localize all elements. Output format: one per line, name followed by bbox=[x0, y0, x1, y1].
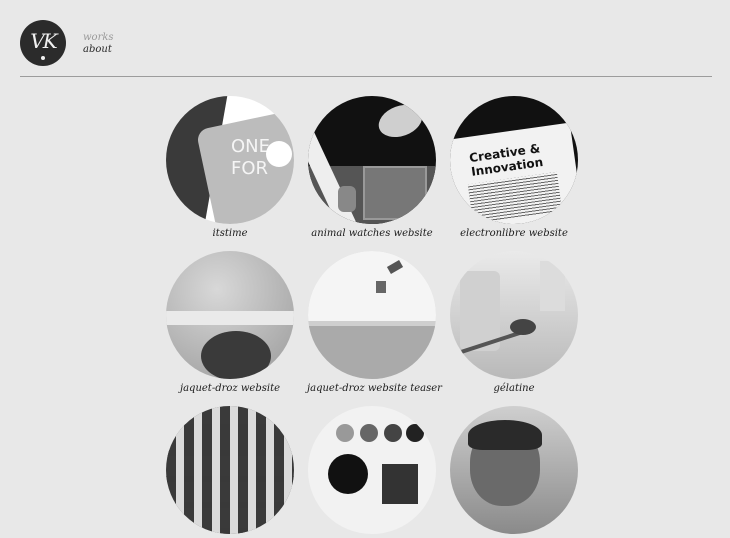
work-title[interactable]: gélatine bbox=[449, 383, 579, 394]
work-thumbnail[interactable]: ONE FOR bbox=[166, 96, 294, 224]
work-thumbnail[interactable] bbox=[166, 406, 294, 534]
work-title[interactable]: jaquet-droz website teaser bbox=[307, 383, 442, 394]
logo-dot-icon bbox=[41, 56, 45, 60]
work-title[interactable]: electronlibre website bbox=[449, 228, 579, 239]
work-thumbnail[interactable] bbox=[308, 251, 436, 379]
logo-text: VK bbox=[30, 29, 57, 53]
work-tile-jaquet-droz[interactable]: jaquet-droz website bbox=[165, 251, 295, 394]
work-tile[interactable] bbox=[307, 406, 437, 538]
work-title[interactable]: animal watches website bbox=[307, 228, 437, 239]
work-thumbnail[interactable]: Creative & Innovation bbox=[450, 96, 578, 224]
work-tile-itstime[interactable]: ONE FOR itstime bbox=[165, 96, 295, 239]
work-tile-jaquet-droz-teaser[interactable]: jaquet-droz website teaser bbox=[307, 251, 442, 394]
work-tile[interactable] bbox=[165, 406, 295, 538]
logo[interactable]: VK bbox=[20, 20, 66, 66]
header-divider bbox=[20, 76, 712, 77]
main-nav: works about bbox=[83, 32, 114, 56]
thumb-text: ONE FOR bbox=[231, 136, 271, 179]
work-thumbnail[interactable] bbox=[308, 96, 436, 224]
work-title[interactable]: itstime bbox=[165, 228, 295, 239]
work-tile-gelatine[interactable]: gélatine bbox=[449, 251, 579, 394]
work-thumbnail[interactable] bbox=[308, 406, 436, 534]
work-thumbnail[interactable] bbox=[450, 251, 578, 379]
nav-works-link[interactable]: works bbox=[83, 32, 114, 44]
work-tile[interactable] bbox=[449, 406, 579, 538]
nav-about-link[interactable]: about bbox=[83, 44, 114, 56]
work-tile-electronlibre[interactable]: Creative & Innovation electronlibre webs… bbox=[449, 96, 579, 239]
work-tile-animal-watches[interactable]: animal watches website bbox=[307, 96, 437, 239]
work-thumbnail[interactable] bbox=[450, 406, 578, 534]
work-thumbnail[interactable] bbox=[166, 251, 294, 379]
work-title[interactable]: jaquet-droz website bbox=[165, 383, 295, 394]
